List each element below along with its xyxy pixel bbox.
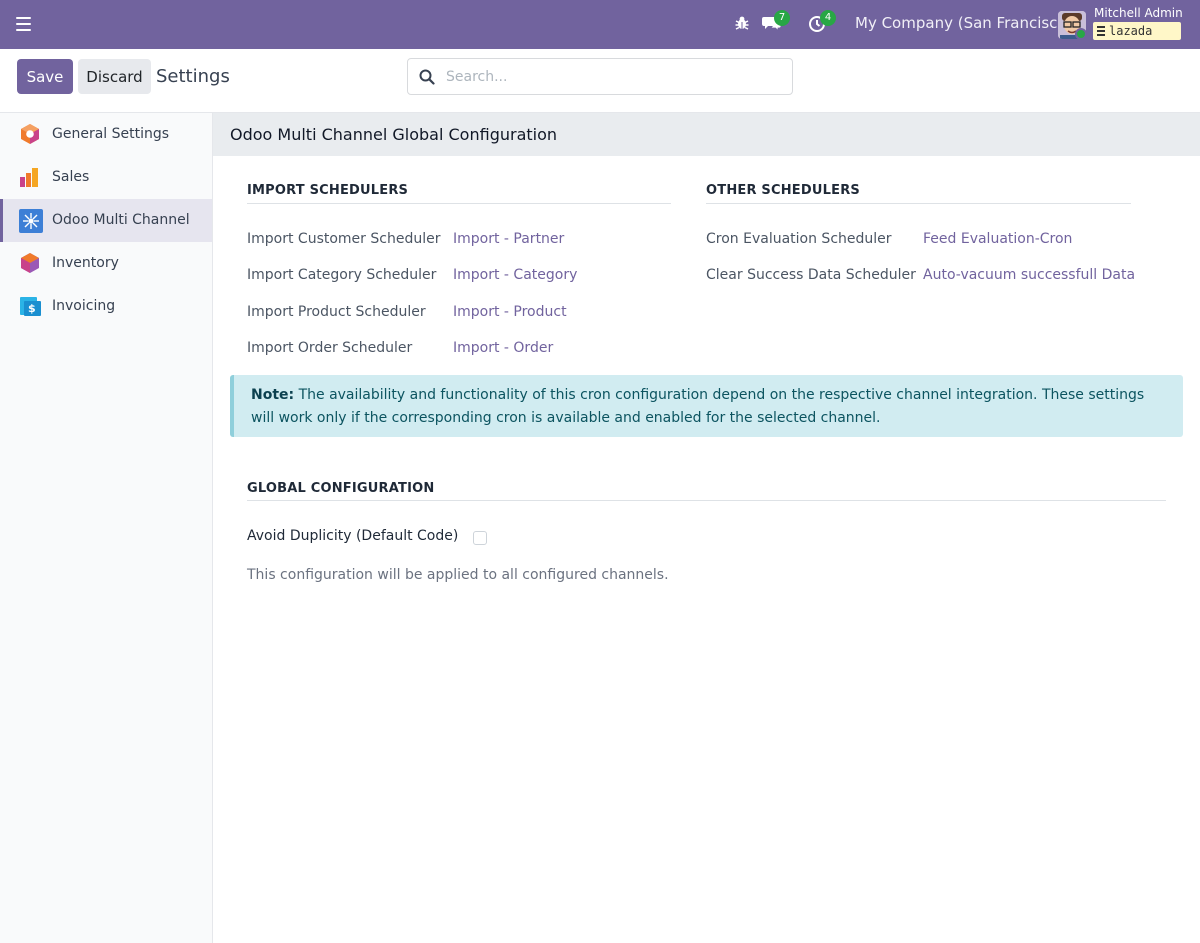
general-settings-icon [19,123,41,145]
top-navbar: 7 4 My Company (San Francisco) Mitchell … [0,0,1200,49]
sidebar-item-odoo-multi-channel[interactable]: Odoo Multi Channel [0,199,212,242]
import-order-scheduler-link[interactable]: Import - Order [453,340,553,356]
company-switcher[interactable]: My Company (San Francisco) [855,14,1072,32]
search-icon [419,69,435,89]
avoid-duplicity-help: This configuration will be applied to al… [247,567,669,583]
note-prefix: Note: [251,387,295,403]
import-product-scheduler-link[interactable]: Import - Product [453,304,567,320]
import-customer-scheduler-link[interactable]: Import - Partner [453,231,564,247]
search-box [407,58,793,95]
cron-evaluation-scheduler-label: Cron Evaluation Scheduler [706,231,892,247]
activities-badge: 4 [820,10,836,26]
menu-icon[interactable] [16,17,31,31]
search-input[interactable] [446,65,776,89]
svg-text:$: $ [28,302,36,315]
debug-bug-icon[interactable] [733,14,753,34]
save-button[interactable]: Save [17,59,73,94]
messages-icon[interactable]: 7 [762,10,790,34]
messages-badge: 7 [774,10,790,26]
online-status-icon [1075,28,1087,40]
section-header: Odoo Multi Channel Global Configuration [213,113,1200,156]
page-title: Settings [156,66,230,87]
sidebar-item-sales[interactable]: Sales [0,156,212,199]
discard-button[interactable]: Discard [78,59,151,94]
sidebar-item-label: General Settings [52,126,170,142]
avoid-duplicity-checkbox[interactable] [473,531,487,545]
database-name: lazada [1109,24,1153,38]
settings-sidebar: General Settings Sales Odoo Multi Channe… [0,113,213,943]
import-customer-scheduler-label: Import Customer Scheduler [247,231,441,247]
sales-icon [19,166,41,188]
database-badge: lazada [1093,22,1181,40]
sidebar-item-label: Inventory [52,255,119,271]
global-configuration-heading: GLOBAL CONFIGURATION [247,481,435,496]
multi-channel-icon [19,209,43,233]
sidebar-item-label: Odoo Multi Channel [52,212,190,228]
sidebar-item-label: Invoicing [52,298,116,314]
settings-content: Odoo Multi Channel Global Configuration … [213,113,1200,943]
other-schedulers-heading: OTHER SCHEDULERS [706,183,860,198]
import-schedulers-heading: IMPORT SCHEDULERS [247,183,409,198]
import-category-scheduler-link[interactable]: Import - Category [453,267,577,283]
divider [247,203,671,204]
avoid-duplicity-label: Avoid Duplicity (Default Code) [247,528,459,544]
note-text: The availability and functionality of th… [251,387,1145,426]
clear-success-data-scheduler-label: Clear Success Data Scheduler [706,267,916,283]
database-icon [1097,26,1105,36]
cron-evaluation-scheduler-link[interactable]: Feed Evaluation-Cron [923,231,1072,247]
info-note: Note: The availability and functionality… [230,375,1183,437]
user-name[interactable]: Mitchell Admin [1094,6,1183,20]
clear-success-data-scheduler-link[interactable]: Auto-vacuum successfull Data [923,267,1135,283]
import-order-scheduler-label: Import Order Scheduler [247,340,413,356]
section-title: Odoo Multi Channel Global Configuration [230,125,558,144]
activities-clock-icon[interactable]: 4 [808,10,836,34]
divider [706,203,1131,204]
invoicing-icon: $ [19,295,41,317]
inventory-icon [19,252,41,274]
divider [247,500,1166,501]
sidebar-item-inventory[interactable]: Inventory [0,242,212,285]
sidebar-item-general-settings[interactable]: General Settings [0,113,212,156]
sidebar-item-label: Sales [52,169,90,185]
control-panel: Save Discard Settings [0,49,1200,113]
sidebar-item-invoicing[interactable]: $ Invoicing [0,285,212,328]
import-category-scheduler-label: Import Category Scheduler [247,267,437,283]
import-product-scheduler-label: Import Product Scheduler [247,304,426,320]
